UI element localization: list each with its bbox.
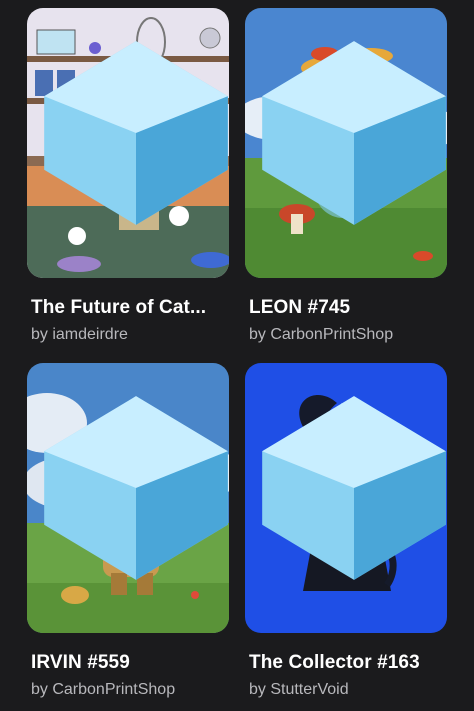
nft-title[interactable]: The Collector #163	[249, 652, 449, 674]
nft-image-irvin[interactable]	[27, 363, 229, 633]
nft-creator[interactable]: by StutterVoid	[249, 681, 449, 699]
nft-title[interactable]: LEON #745	[249, 297, 449, 319]
nft-image-collector[interactable]	[245, 363, 447, 633]
nft-title[interactable]: IRVIN #559	[31, 652, 231, 674]
nft-title[interactable]: The Future of Cat...	[31, 297, 231, 319]
nft-creator[interactable]: by CarbonPrintShop	[249, 326, 449, 344]
polygon-diamond-icon	[262, 396, 446, 580]
polygon-diamond-icon	[262, 41, 446, 225]
polygon-diamond-icon	[44, 396, 228, 580]
polygon-diamond-icon	[44, 41, 228, 225]
nft-image-leon[interactable]	[245, 8, 447, 278]
nft-image-cat[interactable]	[27, 8, 229, 278]
nft-creator[interactable]: by CarbonPrintShop	[31, 681, 231, 699]
nft-creator[interactable]: by iamdeirdre	[31, 326, 231, 344]
